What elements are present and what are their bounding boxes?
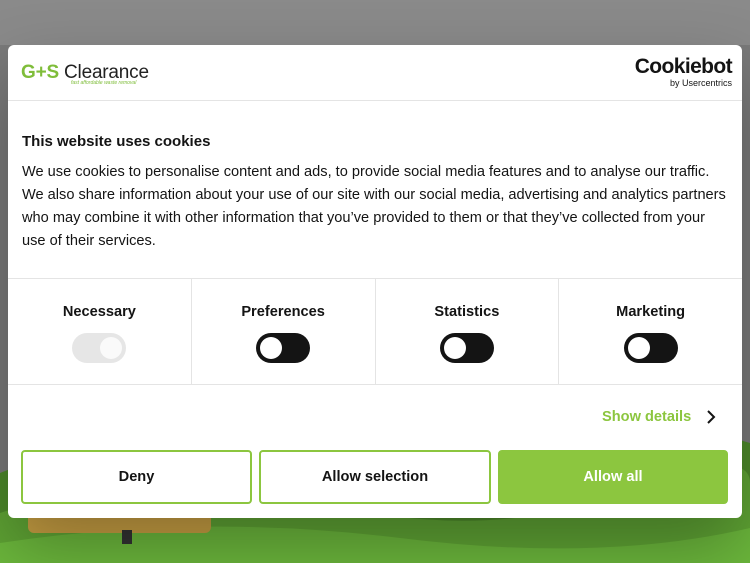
cookiebot-logo-text: Cookiebot <box>634 55 733 78</box>
chevron-right-icon <box>707 410 716 424</box>
dialog-header: G+S Clearance fast affordable waste remo… <box>8 45 742 101</box>
brand-tagline: fast affordable waste removal <box>71 80 137 86</box>
background-gate <box>122 530 132 544</box>
cookie-consent-dialog: G+S Clearance fast affordable waste remo… <box>8 45 742 518</box>
consent-title: This website uses cookies <box>22 133 211 150</box>
show-details-label: Show details <box>602 409 692 425</box>
category-label: Marketing <box>616 304 686 320</box>
deny-button[interactable]: Deny <box>21 450 252 504</box>
category-label: Necessary <box>62 304 136 320</box>
toggle-knob <box>443 337 466 359</box>
allow-all-button[interactable]: Allow all <box>498 450 728 504</box>
category-label: Statistics <box>434 304 500 320</box>
show-details-link[interactable]: Show details <box>602 407 717 427</box>
brand-name-prefix: G+S <box>21 62 59 83</box>
toggle-knob <box>260 337 283 359</box>
consent-content: This website uses cookies We use cookies… <box>22 133 732 253</box>
category-marketing: Marketing <box>559 279 742 384</box>
category-necessary: Necessary <box>8 279 192 384</box>
statistics-toggle[interactable] <box>439 333 494 363</box>
preferences-toggle[interactable] <box>256 333 311 363</box>
marketing-toggle[interactable] <box>623 333 678 363</box>
cookiebot-logo[interactable]: Cookiebot by Usercentrics <box>632 55 733 92</box>
toggle-knob <box>627 337 650 359</box>
cookiebot-logo-sub: by Usercentrics <box>669 78 732 88</box>
allow-selection-button[interactable]: Allow selection <box>259 450 491 504</box>
category-statistics: Statistics <box>376 279 560 384</box>
necessary-toggle <box>72 333 127 363</box>
category-label: Preferences <box>241 304 325 320</box>
category-preferences: Preferences <box>192 279 376 384</box>
toggle-knob <box>100 337 123 359</box>
consent-text: We use cookies to personalise content an… <box>22 164 726 249</box>
brand-logo: G+S Clearance fast affordable waste remo… <box>21 62 149 86</box>
background-header <box>0 0 750 45</box>
category-toggles: Necessary Preferences Statistics Marketi… <box>8 278 742 385</box>
